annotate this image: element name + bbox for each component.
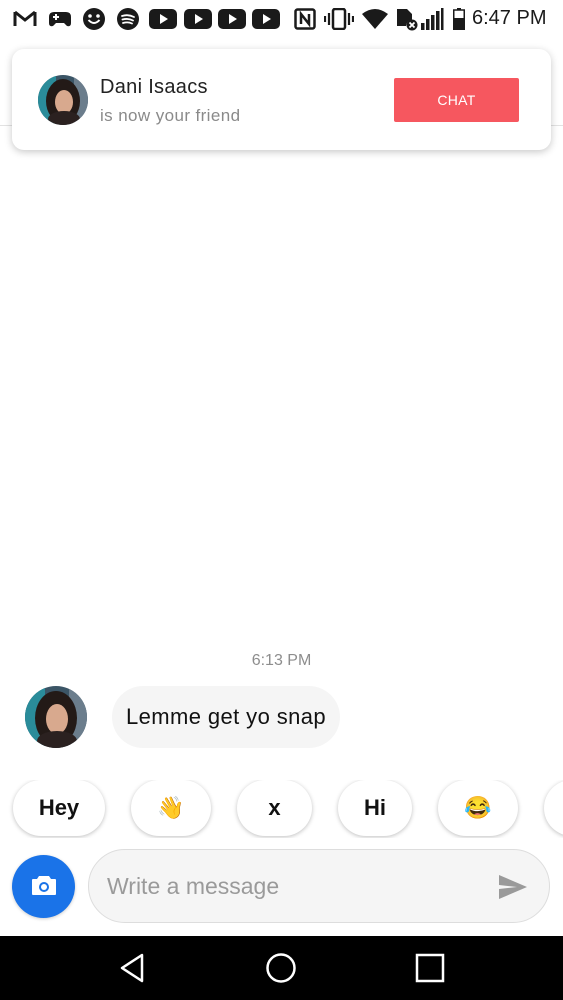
friend-notification[interactable]: Dani Isaacs is now your friend CHAT (12, 49, 551, 150)
navigation-bar (0, 936, 563, 1000)
chat-button[interactable]: CHAT (394, 78, 519, 122)
signal-icon (420, 8, 444, 30)
status-time: 6:47 PM (472, 7, 547, 29)
status-bar: 6:47 PM (0, 0, 563, 38)
message-timestamp: 6:13 PM (251, 652, 312, 669)
sender-avatar[interactable] (25, 686, 87, 748)
quick-reply-hi[interactable]: Hi (338, 780, 412, 836)
game-controller-icon (47, 8, 73, 30)
quick-reply-more[interactable] (544, 780, 563, 836)
quick-replies: Hey 👋 x Hi 😂 (0, 780, 563, 838)
send-icon (499, 875, 527, 899)
recents-icon[interactable] (410, 950, 450, 986)
home-icon[interactable] (261, 950, 301, 986)
spotify-icon (115, 8, 141, 30)
smiley-icon (81, 8, 107, 30)
camera-button[interactable] (12, 855, 75, 918)
send-button[interactable] (496, 872, 530, 902)
message-composer (88, 849, 550, 923)
quick-reply-wave[interactable]: 👋 (131, 780, 211, 836)
nfc-icon (293, 8, 317, 30)
data-off-icon (394, 8, 418, 31)
gmail-icon (12, 8, 38, 30)
battery-icon (452, 8, 466, 30)
wifi-icon (362, 8, 388, 30)
quick-reply-hey[interactable]: Hey (13, 780, 105, 836)
camera-icon (31, 874, 57, 900)
youtube-icon (148, 8, 178, 30)
friend-status-text: is now your friend (100, 106, 241, 125)
youtube-icon (217, 8, 247, 30)
youtube-icon (251, 8, 281, 30)
youtube-icon (183, 8, 213, 30)
quick-reply-x[interactable]: x (237, 780, 312, 836)
vibrate-icon (324, 8, 354, 30)
message-input[interactable] (107, 850, 487, 922)
friend-name: Dani Isaacs (100, 76, 208, 98)
message-bubble[interactable]: Lemme get yo snap (112, 686, 341, 748)
back-icon[interactable] (112, 950, 152, 986)
quick-reply-laugh[interactable]: 😂 (438, 780, 518, 836)
avatar (38, 75, 88, 125)
